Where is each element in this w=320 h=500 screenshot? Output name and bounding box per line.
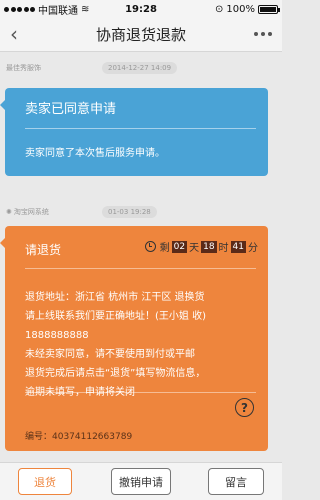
battery-percent: 100%	[226, 3, 255, 15]
body-line: 未经卖家同意，请不要使用到付或平邮	[25, 349, 195, 360]
battery-icon	[258, 4, 280, 14]
sender-row: 最佳秀服饰	[6, 63, 41, 73]
card-body: 退货地址：浙江省 杭州市 江干区 退换货 请上线联系我们要正确地址！(王小姐 收…	[25, 288, 257, 402]
card-divider	[25, 268, 256, 269]
battery-fill	[260, 6, 276, 12]
countdown-hour-unit: 时	[218, 243, 229, 254]
status-bar: 中国联通 ≋ 19:28 ⊙ 100%	[0, 0, 282, 18]
card-pointer	[0, 238, 5, 248]
sender-name: 最佳秀服饰	[6, 64, 41, 72]
card-pointer	[0, 100, 5, 110]
system-icon: ✺	[6, 208, 12, 216]
nav-bar: ‹ 协商退货退款	[0, 18, 282, 52]
status-right: ⊙ 100%	[215, 3, 280, 15]
countdown-day-unit: 天	[189, 243, 200, 254]
back-icon[interactable]: ‹	[10, 24, 18, 44]
timestamp-pill: 2014-12-27 14:09	[102, 62, 178, 74]
carrier-label: 中国联通	[38, 5, 78, 17]
order-number: 编号：40374112663789	[25, 432, 133, 442]
body-line: 1888888888	[25, 330, 89, 341]
card-body: 卖家同意了本次售后服务申请。	[25, 148, 165, 159]
countdown-minute-unit: 分	[248, 243, 258, 254]
sender-name: 淘宝网系统	[13, 208, 49, 216]
countdown-days: 02	[171, 240, 188, 253]
card-title: 请退货	[25, 243, 62, 257]
card-divider	[25, 128, 256, 129]
status-left: 中国联通 ≋	[4, 2, 215, 17]
page-title: 协商退货退款	[95, 26, 186, 44]
lock-rotation-icon: ⊙	[215, 3, 224, 15]
leave-message-button[interactable]: 留言	[208, 468, 264, 495]
card-divider	[25, 392, 256, 393]
message-card-seller-agreed: 卖家已同意申请 卖家同意了本次售后服务申请。	[0, 88, 268, 176]
body-line: 请上线联系我们要正确地址！(王小姐 收)	[25, 311, 206, 322]
card-title: 卖家已同意申请	[25, 102, 117, 117]
body-line: 退货地址：浙江省 杭州市 江干区 退换货	[25, 292, 205, 303]
timestamp-pill: 01-03 19:28	[102, 206, 157, 218]
clock-icon	[144, 241, 156, 252]
return-button[interactable]: 退货	[18, 468, 72, 495]
cancel-request-button[interactable]: 撤销申请	[111, 468, 171, 495]
bottom-action-bar: 退货 撤销申请 留言	[0, 462, 282, 500]
body-line: 退货完成后请点击“退货”填写物流信息，	[25, 368, 206, 379]
sender-row: ✺ 淘宝网系统	[6, 207, 49, 217]
countdown-minutes: 41	[230, 240, 246, 253]
countdown-timer: 剩 02 天 18 时 41 分	[144, 239, 258, 254]
message-card-return-request: 请退货 剩 02 天 18 时 41 分 退货地址：浙江省 杭州市 江干区 退换…	[0, 226, 268, 451]
signal-icon	[4, 6, 35, 12]
help-icon[interactable]: ?	[235, 398, 254, 417]
countdown-hours: 18	[201, 240, 217, 253]
countdown-prefix: 剩	[159, 243, 170, 254]
more-icon[interactable]	[254, 32, 272, 36]
wifi-icon: ≋	[81, 3, 90, 15]
